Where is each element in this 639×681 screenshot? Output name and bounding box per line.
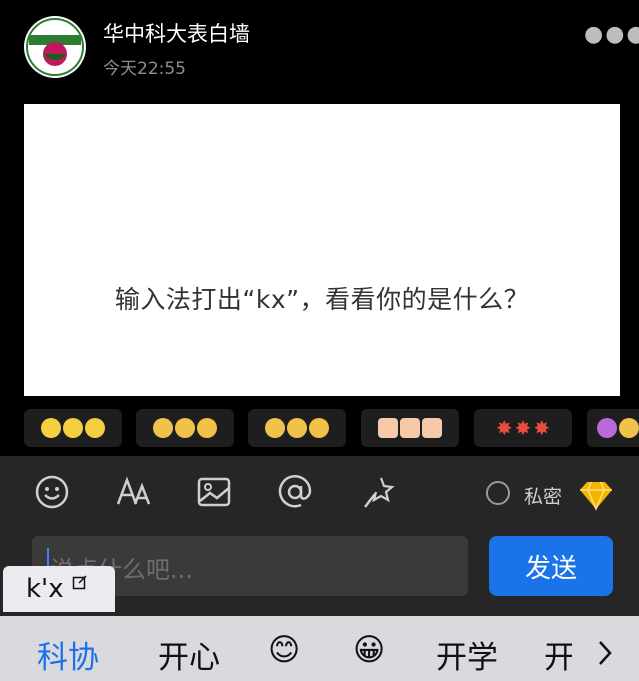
private-label: 私密 <box>524 486 563 508</box>
ime-candidate[interactable]: 😀 <box>353 632 385 668</box>
worried-face-icon <box>265 418 285 438</box>
thumbs-up-icon <box>378 418 398 438</box>
lemon-icon <box>63 418 83 438</box>
party-icon <box>597 418 617 438</box>
diamond-icon[interactable] <box>578 479 614 511</box>
send-button[interactable]: 发送 <box>489 536 613 596</box>
post-image-text: 输入法打出“kx”，看看你的是什么？ <box>114 285 530 314</box>
worried-face-icon <box>309 418 329 438</box>
reaction-firework[interactable]: ✸ ✸ ✸ <box>474 409 572 447</box>
image-icon[interactable] <box>196 474 232 510</box>
reaction-worried[interactable] <box>248 409 346 447</box>
author-name[interactable]: 华中科大表白墙 <box>103 18 250 48</box>
text-format-icon[interactable] <box>115 474 153 510</box>
ime-candidate[interactable]: 开心 <box>158 632 220 677</box>
thumbs-up-icon <box>422 418 442 438</box>
chevron-right-icon[interactable] <box>596 638 614 668</box>
ime-candidate[interactable]: 开 <box>544 632 572 677</box>
firework-icon: ✸ <box>495 416 513 440</box>
ime-candidate[interactable]: 开学 <box>436 632 498 677</box>
firework-icon: ✸ <box>533 416 551 440</box>
dizzy-face-icon <box>153 418 173 438</box>
firework-icon: ✸ <box>514 416 532 440</box>
author-avatar[interactable] <box>24 16 86 78</box>
magic-wand-icon[interactable] <box>361 474 397 510</box>
lemon-icon <box>41 418 61 438</box>
post-time: 今天22:55 <box>103 59 186 79</box>
dizzy-face-icon <box>175 418 195 438</box>
post-image[interactable]: 输入法打出“kx”，看看你的是什么？ <box>24 104 620 396</box>
more-options-icon[interactable]: ●●● <box>584 22 639 47</box>
reaction-lemon[interactable] <box>24 409 122 447</box>
edit-icon[interactable] <box>72 574 88 590</box>
emoji-icon[interactable] <box>34 474 70 510</box>
party-icon <box>619 418 639 438</box>
private-toggle[interactable] <box>486 481 510 505</box>
dizzy-face-icon <box>197 418 217 438</box>
university-logo-icon <box>26 18 84 76</box>
lemon-icon <box>85 418 105 438</box>
ime-composition-text: k'x <box>26 574 64 604</box>
worried-face-icon <box>287 418 307 438</box>
mention-icon[interactable] <box>277 474 313 510</box>
ime-candidate[interactable]: 科协 <box>37 632 99 677</box>
ime-candidate[interactable]: 😊 <box>268 632 300 668</box>
reaction-thumbs-up[interactable] <box>361 409 459 447</box>
thumbs-up-icon <box>400 418 420 438</box>
reaction-dizzy[interactable] <box>136 409 234 447</box>
reaction-party[interactable] <box>587 409 639 447</box>
